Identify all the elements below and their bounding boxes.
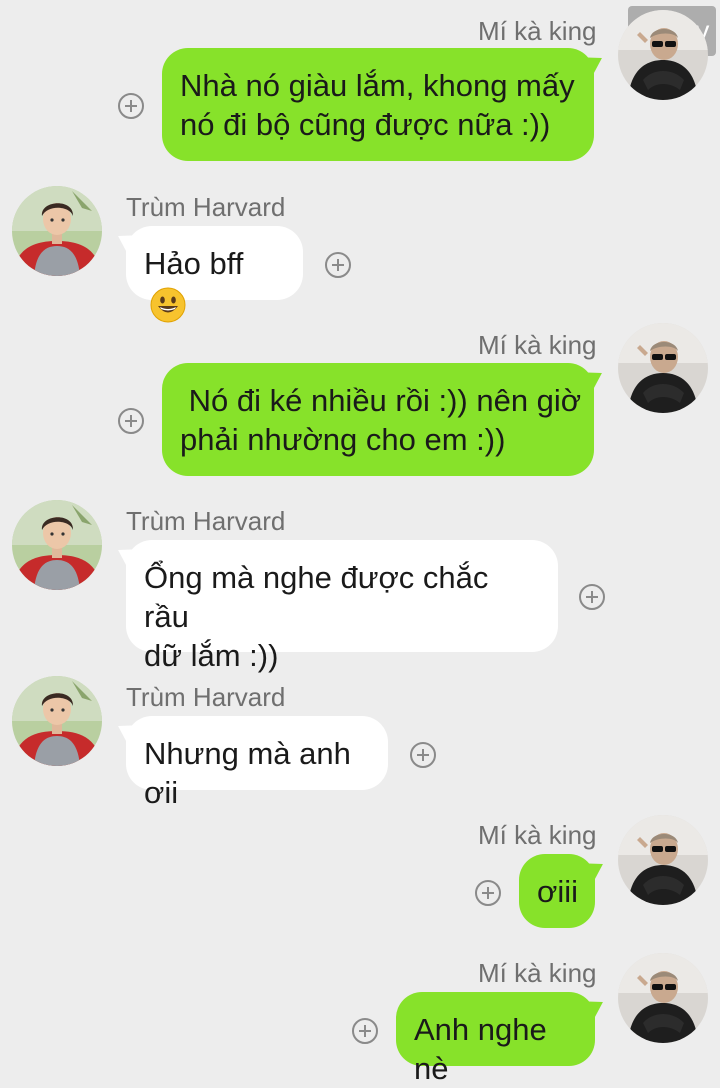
message-line: Anh nghe nè bbox=[414, 1012, 547, 1086]
sender-name: Mí kà king bbox=[478, 330, 597, 360]
message-bubble[interactable]: Nhưng mà anh ơii bbox=[126, 716, 388, 810]
message-bubble[interactable]: Hảo bff bbox=[126, 226, 303, 323]
message-bubble[interactable]: Ổng mà nghe được chắc rầu dữ lắm :)) bbox=[126, 540, 558, 673]
sender-name: Trùm Harvard bbox=[126, 192, 286, 222]
message-line: dữ lắm :)) bbox=[144, 638, 279, 673]
sender-name: Trùm Harvard bbox=[126, 506, 286, 536]
sunglasses-man-avatar[interactable] bbox=[618, 953, 708, 1043]
message-bubble[interactable]: Nhà nó giàu lắm, khong mấy nó đi bộ cũng… bbox=[162, 48, 594, 161]
message-line: Nó đi ké nhiều rồi :)) nên giờ bbox=[180, 383, 582, 418]
sender-name: Mí kà king bbox=[478, 958, 597, 988]
add-reaction-icon[interactable] bbox=[118, 93, 144, 119]
sender-name: Trùm Harvard bbox=[126, 682, 286, 712]
sunglasses-man-avatar[interactable] bbox=[618, 10, 708, 100]
add-reaction-icon[interactable] bbox=[352, 1018, 378, 1044]
message-bubble[interactable]: Anh nghe nè bbox=[396, 992, 595, 1086]
grinning-face-icon bbox=[150, 287, 186, 323]
young-man-red-shirt-avatar[interactable] bbox=[12, 500, 102, 590]
sender-name: Mí kà king bbox=[478, 16, 597, 46]
sender-name: Mí kà king bbox=[478, 820, 597, 850]
young-man-red-shirt-avatar[interactable] bbox=[12, 186, 102, 276]
message-line: Hảo bff bbox=[144, 246, 244, 281]
message-line: Nhà nó giàu lắm, khong mấy bbox=[180, 68, 575, 103]
add-reaction-icon[interactable] bbox=[325, 252, 351, 278]
message-line: ơiii bbox=[537, 874, 578, 909]
young-man-red-shirt-avatar[interactable] bbox=[12, 676, 102, 766]
add-reaction-icon[interactable] bbox=[118, 408, 144, 434]
message-line: Nhưng mà anh ơii bbox=[144, 736, 351, 810]
message-line: Ổng mà nghe được chắc rầu bbox=[144, 560, 489, 634]
message-line: phải nhường cho em :)) bbox=[180, 422, 506, 457]
add-reaction-icon[interactable] bbox=[579, 584, 605, 610]
message-bubble[interactable]: Nó đi ké nhiều rồi :)) nên giờ phải nhườ… bbox=[162, 363, 594, 476]
add-reaction-icon[interactable] bbox=[410, 742, 436, 768]
sunglasses-man-avatar[interactable] bbox=[618, 815, 708, 905]
add-reaction-icon[interactable] bbox=[475, 880, 501, 906]
message-bubble[interactable]: ơiii bbox=[519, 854, 595, 928]
sunglasses-man-avatar[interactable] bbox=[618, 323, 708, 413]
message-line: nó đi bộ cũng được nữa :)) bbox=[180, 107, 551, 142]
chat-view[interactable]: 70 joy Mí kà king Nhà nó giàu lắm, khong… bbox=[0, 0, 720, 1088]
